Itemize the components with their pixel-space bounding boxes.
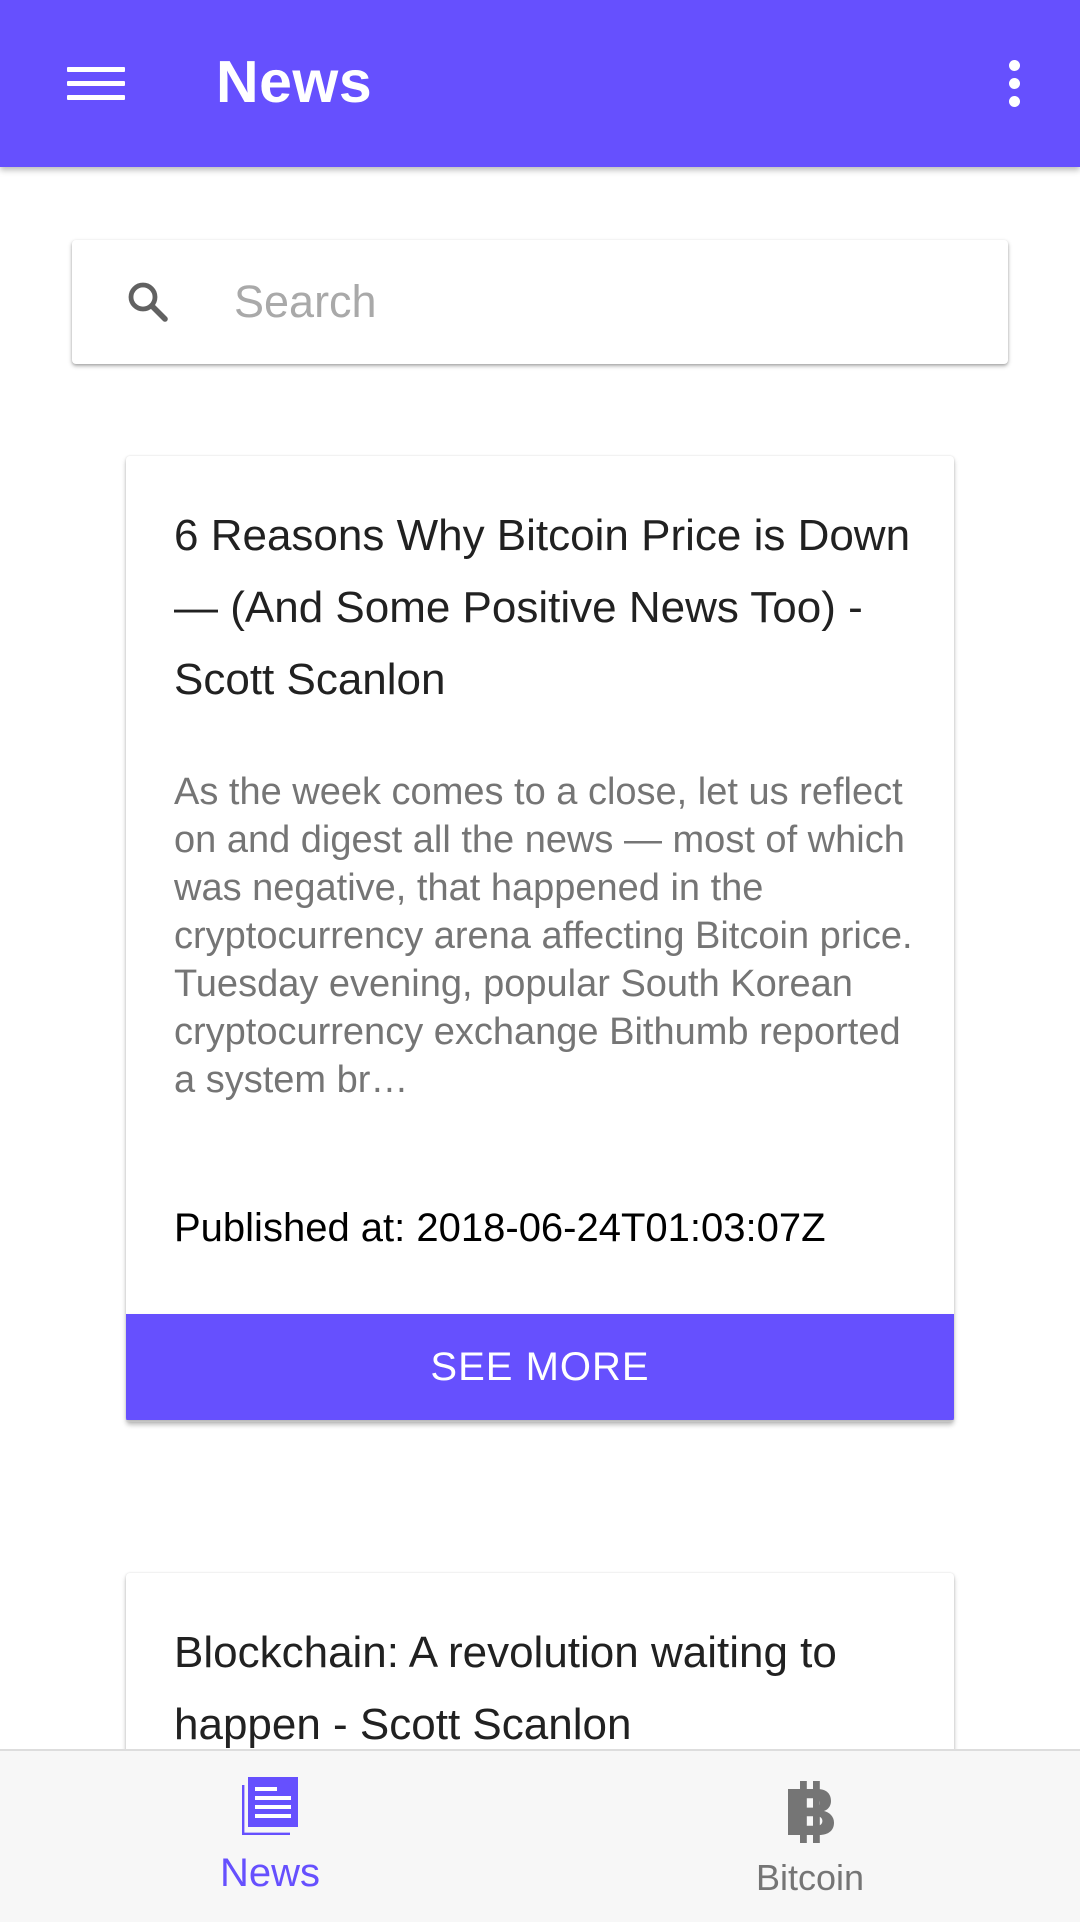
search-icon xyxy=(128,282,168,322)
article-card: 6 Reasons Why Bitcoin Price is Down — (A… xyxy=(126,456,954,1422)
nav-label-news: News xyxy=(219,1851,321,1895)
article-title: Blockchain: A revolution waiting to happ… xyxy=(174,1628,837,1749)
article-published-date: Published at: 2018-06-24T01:03:07Z xyxy=(174,1206,826,1250)
article-description: As the week comes to a close, let us ref… xyxy=(174,771,913,1101)
nav-item-news[interactable]: News xyxy=(0,1751,540,1922)
search-bar xyxy=(72,240,1008,364)
article-icon xyxy=(242,1777,298,1835)
nav-label-bitcoin: Bitcoin xyxy=(755,1857,865,1898)
search-input[interactable] xyxy=(234,262,974,342)
nav-item-bitcoin[interactable]: Bitcoin xyxy=(540,1751,1080,1922)
more-options-button[interactable] xyxy=(988,40,1040,126)
menu-icon xyxy=(67,63,125,103)
bitcoin-icon xyxy=(788,1781,834,1843)
app-bar: News xyxy=(0,0,1080,167)
article-title: 6 Reasons Why Bitcoin Price is Down — (A… xyxy=(174,511,911,704)
bottom-navigation: News Bitcoin xyxy=(0,1749,1080,1922)
more-vert-icon xyxy=(1008,59,1020,71)
menu-button[interactable] xyxy=(40,38,152,128)
page-title: News xyxy=(216,49,373,115)
see-more-button[interactable]: SEE MORE xyxy=(126,1314,954,1420)
